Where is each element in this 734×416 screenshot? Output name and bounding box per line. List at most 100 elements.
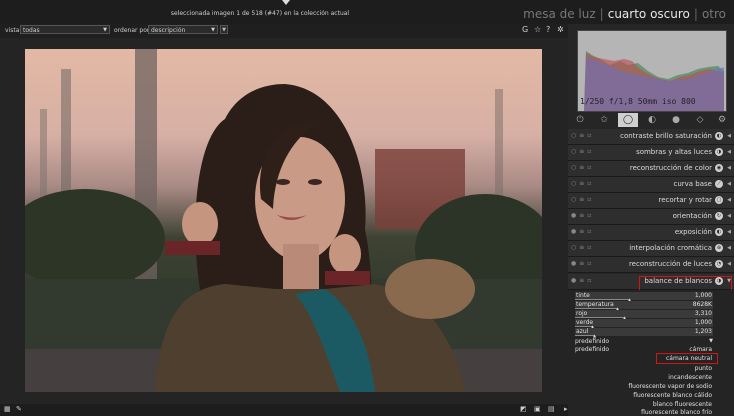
module-exposure[interactable]: ●≡▫ exposición ◐ ◀ [568, 225, 734, 241]
expand-arrow-icon: ◀ [727, 181, 731, 187]
module-icon: ◐ [715, 228, 723, 236]
preset-option[interactable]: blanco fluorescente [653, 401, 712, 408]
module-crop-rotate[interactable]: ○≡▫ recortar y rotar ▢ ◀ [568, 193, 734, 209]
gamut-check-icon[interactable]: ▤ [548, 405, 555, 413]
module-controls[interactable]: ○≡▫ [571, 132, 594, 139]
tab-basic[interactable]: ◯ [618, 113, 638, 127]
tab-active-modules[interactable]: ⏻ [570, 113, 590, 127]
blue-slider[interactable]: azul 1,203 ▲ [575, 328, 713, 338]
green-slider[interactable]: verde 1,000 ▲ [575, 319, 713, 329]
camera-neutral-highlight [656, 353, 718, 364]
module-controls[interactable]: ●≡▫ [571, 228, 594, 235]
chevron-down-icon: ▼ [211, 27, 215, 33]
module-controls[interactable]: ○≡▫ [571, 164, 594, 171]
preset-option[interactable]: incandescente [668, 374, 712, 381]
preset-label-secondary: predefinido [575, 346, 610, 353]
tab-correct[interactable]: ◇ [690, 113, 710, 127]
preset-option[interactable]: fluorescente blanco frío [641, 409, 712, 416]
module-name: sombras y altas luces [636, 148, 712, 156]
module-name: orientación [672, 212, 712, 220]
view-separator: | [693, 7, 698, 21]
module-icon: ↻ [715, 212, 723, 220]
photo-image [25, 49, 542, 392]
expand-arrow-icon: ◀ [727, 165, 731, 171]
module-base-curve[interactable]: ○≡▫ curva base ⟋ ◀ [568, 177, 734, 193]
grouping-icon[interactable]: G [522, 25, 528, 34]
help-icon[interactable]: ? [546, 25, 550, 34]
softproof-icon[interactable]: ▣ [534, 405, 541, 413]
sort-order-toggle[interactable]: ▼ [220, 25, 228, 34]
view-switcher: mesa de luz | cuarto oscuro | otro [523, 7, 726, 21]
preset-option[interactable]: fluorescente blanco cálido [633, 392, 712, 399]
view-lighttable[interactable]: mesa de luz [523, 7, 596, 21]
slider-fill [575, 335, 595, 336]
module-contrast[interactable]: ○≡▫ contraste brillo saturación ◐ ◀ [568, 129, 734, 145]
status-text: seleccionada imagen 1 de 518 (#47) en la… [170, 10, 350, 17]
slider-fill [575, 317, 625, 318]
module-name: recortar y rotar [658, 196, 712, 204]
module-group-tabs: ⏻ ✩ ◯ ◐ ● ◇ ⚙ [568, 113, 734, 127]
tint-slider[interactable]: tinte 1,000 ▲ [575, 292, 713, 302]
gear-icon[interactable]: ✲ [557, 25, 564, 34]
white-balance-highlight [639, 276, 732, 291]
module-name: exposición [674, 228, 712, 236]
slider-label: azul [576, 328, 589, 335]
module-icon: ⟋ [715, 180, 723, 188]
sort-label: ordenar por [114, 27, 150, 34]
slider-fill [575, 308, 618, 309]
bottom-bar [0, 404, 568, 416]
red-slider[interactable]: rojo 3,310 ▲ [575, 310, 713, 320]
module-color-reconstruction[interactable]: ○≡▫ reconstrucción de color ◉ ◀ [568, 161, 734, 177]
module-controls[interactable]: ●≡▫ [571, 277, 594, 284]
preset-option[interactable]: punto [695, 365, 712, 372]
module-icon: ◐ [715, 132, 723, 140]
view-darkroom[interactable]: cuarto oscuro [608, 7, 690, 21]
sort-value: descripción [151, 27, 186, 34]
slider-value: 1,000 [694, 292, 712, 299]
tab-tone[interactable]: ◐ [642, 113, 662, 127]
module-name: interpolación cromática [629, 244, 712, 252]
panel-toggle-icon[interactable]: ▸ [564, 405, 568, 413]
slider-value: 1,203 [694, 328, 712, 335]
temperature-slider[interactable]: temperatura 8628K ▲ [575, 301, 713, 311]
chevron-down-icon: ▼ [709, 338, 713, 344]
module-orientation[interactable]: ●≡▫ orientación ↻ ◀ [568, 209, 734, 225]
module-name: reconstrucción de color [629, 164, 712, 172]
view-filter-combo[interactable]: todas ▼ [20, 25, 110, 34]
module-controls[interactable]: ○≡▫ [571, 148, 594, 155]
grid-icon[interactable]: ▦ [4, 405, 11, 413]
color-picker-icon[interactable]: ✎ [16, 405, 22, 413]
view-filter-label: vista [5, 27, 20, 34]
expand-arrow-icon: ◀ [727, 261, 731, 267]
tab-effect[interactable]: ⚙ [712, 113, 732, 127]
tab-favorites[interactable]: ✩ [594, 113, 614, 127]
expand-arrow-icon: ◀ [727, 197, 731, 203]
slider-fill [575, 299, 630, 300]
image-viewer [0, 38, 568, 404]
sort-combo[interactable]: descripción ▼ [148, 25, 218, 34]
module-controls[interactable]: ○≡▫ [571, 244, 594, 251]
module-controls[interactable]: ○≡▫ [571, 196, 594, 203]
slider-label: temperatura [576, 301, 614, 308]
star-icon[interactable]: ☆ [534, 25, 541, 34]
tab-color[interactable]: ● [666, 113, 686, 127]
preset-option[interactable]: cámara [689, 346, 712, 353]
module-name: curva base [673, 180, 712, 188]
view-other[interactable]: otro [702, 7, 726, 21]
module-controls[interactable]: ○≡▫ [571, 180, 594, 187]
preset-combo[interactable]: predefinido ▼ [575, 338, 713, 345]
module-controls[interactable]: ●≡▫ [571, 212, 594, 219]
module-highlight-reconstruction[interactable]: ●≡▫ reconstrucción de luces ◔ ◀ [568, 257, 734, 273]
module-demosaic[interactable]: ○≡▫ interpolación cromática ⊕ ◀ [568, 241, 734, 257]
photo-canvas[interactable] [25, 49, 542, 392]
preset-option[interactable]: fluorescente vapor de sodio [628, 383, 712, 390]
slider-value: 3,310 [694, 310, 712, 317]
module-icon: ⊕ [715, 244, 723, 252]
overexposed-icon[interactable]: ◩ [520, 405, 527, 413]
module-name: reconstrucción de luces [628, 260, 712, 268]
expand-arrow-icon: ◀ [727, 229, 731, 235]
module-icon: ◔ [715, 260, 723, 268]
view-separator: | [599, 7, 604, 21]
module-shadows-highlights[interactable]: ○≡▫ sombras y altas luces ◑ ◀ [568, 145, 734, 161]
module-controls[interactable]: ●≡▫ [571, 260, 594, 267]
